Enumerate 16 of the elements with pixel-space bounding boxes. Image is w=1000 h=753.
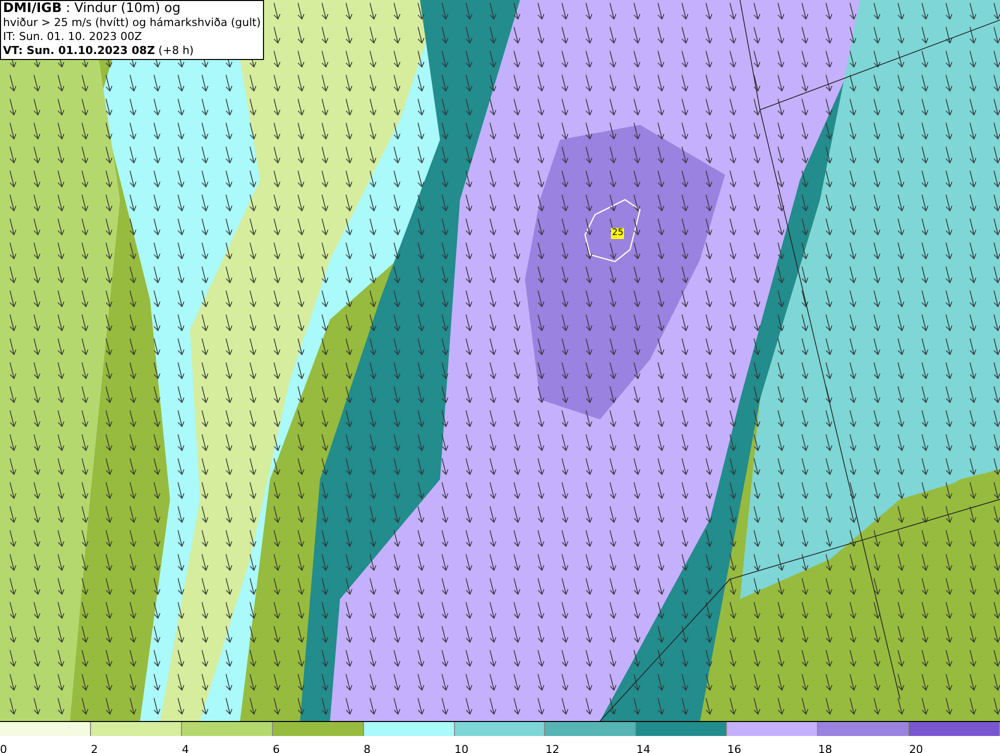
title-line: IT: Sun. 01. 10. 2023 00Z — [3, 30, 143, 44]
legend-label: 18 — [818, 743, 832, 753]
legend-label: 8 — [364, 743, 371, 753]
legend-label: 12 — [545, 743, 560, 753]
legend-label: 0 — [0, 743, 7, 753]
legend-label: 20 — [909, 743, 924, 753]
gust-marker: 25 — [611, 228, 624, 239]
legend-label: 6 — [272, 743, 280, 753]
title-line: DMI/IGB : Vindur (10m) og — [3, 2, 182, 16]
title-line: VT: Sun. 01.10.2023 08Z (+8 h) — [3, 44, 195, 58]
legend-label: 10 — [454, 743, 469, 753]
title-line: hviður > 25 m/s (hvítt) og hámarkshviða (gult) — [3, 16, 261, 30]
legend-label: 4 — [182, 743, 189, 753]
legend-label: 14 — [636, 743, 650, 753]
legend-label: 2 — [90, 743, 98, 753]
legend-label: 16 — [727, 743, 742, 753]
